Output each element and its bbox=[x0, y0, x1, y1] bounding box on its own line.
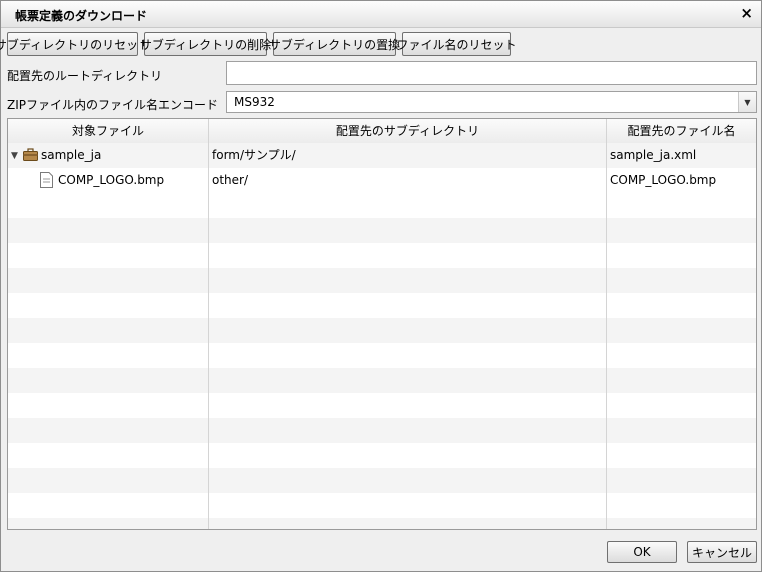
dialog-title: 帳票定義のダウンロード bbox=[15, 9, 148, 23]
target-file-cell: COMP_LOGO.bmp bbox=[58, 173, 165, 187]
root-dir-input[interactable] bbox=[226, 61, 757, 85]
cancel-button[interactable]: キャンセル bbox=[687, 541, 757, 563]
table-row bbox=[8, 293, 756, 318]
subdir-cell[interactable]: other/ bbox=[212, 168, 248, 193]
subdir-cell[interactable]: form/サンプル/ bbox=[212, 143, 296, 168]
download-dialog: 帳票定義のダウンロード × サブディレクトリのリセット サブディレクトリの削除 … bbox=[0, 0, 762, 572]
table-row bbox=[8, 468, 756, 493]
table-row-comp-logo[interactable]: COMP_LOGO.bmp other/ COMP_LOGO.bmp bbox=[8, 168, 756, 193]
table-row bbox=[8, 418, 756, 443]
close-icon[interactable]: × bbox=[740, 4, 753, 22]
chevron-down-icon[interactable]: ▼ bbox=[738, 92, 756, 112]
delete-subdir-button[interactable]: サブディレクトリの削除 bbox=[140, 32, 271, 56]
target-file-cell: sample_ja bbox=[41, 148, 102, 162]
table-row bbox=[8, 443, 756, 468]
table-row bbox=[8, 243, 756, 268]
table-row bbox=[8, 493, 756, 518]
table-row bbox=[8, 268, 756, 293]
encoding-label: ZIPファイル内のファイル名エンコード bbox=[7, 98, 218, 112]
reset-subdir-button[interactable]: サブディレクトリのリセット bbox=[0, 32, 150, 56]
filename-cell[interactable]: sample_ja.xml bbox=[610, 143, 696, 168]
table-row bbox=[8, 368, 756, 393]
reset-filename-button[interactable]: ファイル名のリセット bbox=[397, 32, 517, 56]
ok-button[interactable]: OK bbox=[607, 541, 677, 563]
root-dir-label: 配置先のルートディレクトリ bbox=[7, 69, 163, 83]
header-subdir[interactable]: 配置先のサブディレクトリ bbox=[209, 119, 606, 143]
header-target-file[interactable]: 対象ファイル bbox=[8, 119, 208, 143]
folder-icon bbox=[23, 148, 38, 161]
expand-triangle-icon[interactable]: ▼ bbox=[11, 151, 18, 161]
table-row bbox=[8, 218, 756, 243]
column-divider bbox=[606, 119, 607, 529]
title-bar[interactable]: 帳票定義のダウンロード × bbox=[1, 1, 761, 28]
column-divider bbox=[208, 119, 209, 529]
table-row bbox=[8, 393, 756, 418]
replace-subdir-button[interactable]: サブディレクトリの置換 bbox=[269, 32, 400, 56]
filename-cell[interactable]: COMP_LOGO.bmp bbox=[610, 168, 716, 193]
encoding-select[interactable]: MS932 ▼ bbox=[226, 91, 757, 113]
table-row bbox=[8, 193, 756, 218]
table-row bbox=[8, 318, 756, 343]
table-row-sample-ja[interactable]: ▼ sample_ja form/サンプル/ sample_ja.xml bbox=[8, 143, 756, 168]
file-table: 対象ファイル 配置先のサブディレクトリ 配置先のファイル名 ▼ sample_j… bbox=[7, 118, 757, 530]
encoding-value: MS932 bbox=[234, 95, 275, 109]
table-row bbox=[8, 518, 756, 529]
file-icon bbox=[40, 172, 53, 188]
table-header: 対象ファイル 配置先のサブディレクトリ 配置先のファイル名 bbox=[8, 119, 756, 144]
header-filename[interactable]: 配置先のファイル名 bbox=[607, 119, 756, 143]
table-row bbox=[8, 343, 756, 368]
